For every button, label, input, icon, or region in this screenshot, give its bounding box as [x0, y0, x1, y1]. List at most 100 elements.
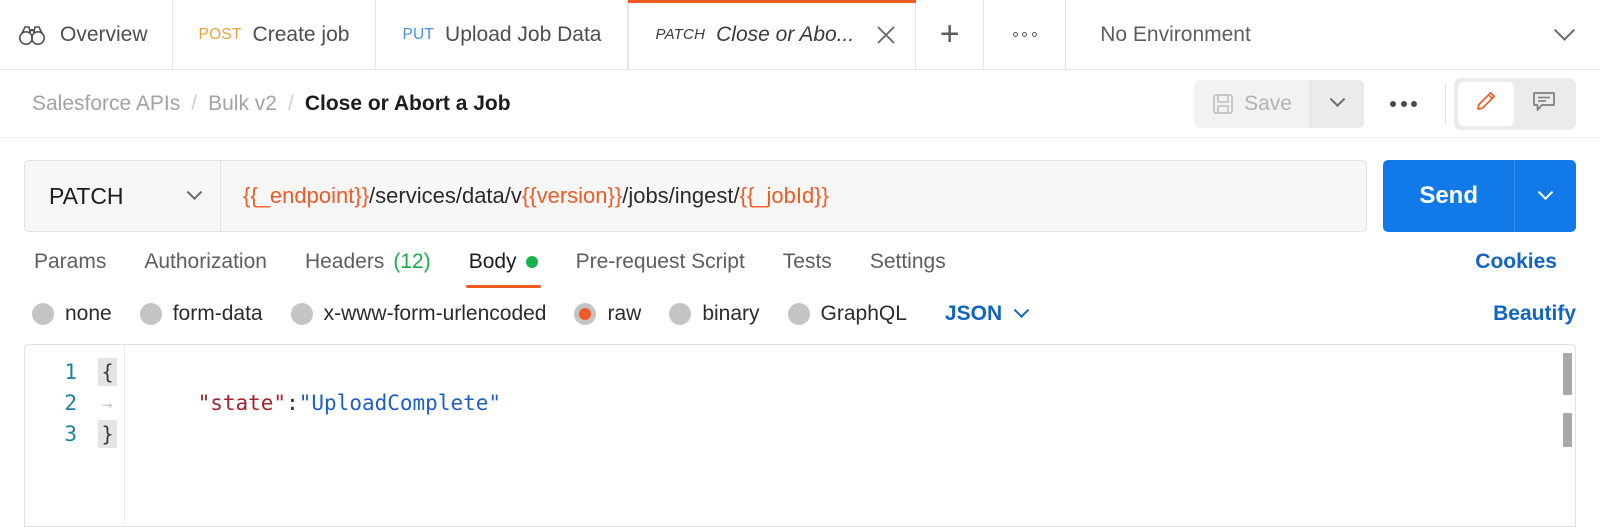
save-options-button[interactable]	[1310, 80, 1364, 128]
body-type-binary-label: binary	[702, 302, 759, 326]
radio-icon	[788, 303, 810, 325]
tab-overview[interactable]: Overview	[0, 0, 173, 69]
breadcrumb-item-folder[interactable]: Bulk v2	[208, 92, 277, 116]
environment-selector[interactable]: No Environment	[1066, 0, 1600, 69]
more-tabs-button[interactable]	[984, 0, 1066, 69]
tab-headers-label: Headers	[305, 250, 384, 274]
body-type-raw-label: raw	[607, 302, 641, 326]
body-type-urlencoded-label: x-www-form-urlencoded	[324, 302, 547, 326]
url-path-1: /services/data/v	[369, 183, 522, 209]
body-active-indicator-icon	[526, 256, 538, 268]
url-variable-endpoint: {{_endpoint}}	[243, 183, 369, 209]
tab-body[interactable]: Body	[450, 250, 557, 288]
body-type-urlencoded[interactable]: x-www-form-urlencoded	[291, 302, 547, 326]
ellipsis-icon	[1013, 32, 1037, 37]
url-path-2: /jobs/ingest/	[622, 183, 739, 209]
save-button[interactable]: Save	[1194, 80, 1310, 128]
radio-icon	[291, 303, 313, 325]
tab-pre-request-script[interactable]: Pre-request Script	[557, 250, 764, 288]
tab-headers[interactable]: Headers (12)	[286, 250, 450, 288]
tab-settings[interactable]: Settings	[851, 250, 965, 288]
code-line-2: "state":"UploadComplete"	[147, 388, 1575, 419]
editor-fold-column[interactable]: { → }	[91, 345, 125, 526]
body-type-binary[interactable]: binary	[669, 302, 759, 326]
body-type-form-data-label: form-data	[173, 302, 263, 326]
line-number: 2	[25, 388, 91, 419]
environment-label: No Environment	[1100, 23, 1251, 47]
breadcrumb-separator: /	[191, 92, 197, 116]
body-type-row: none form-data x-www-form-urlencoded raw…	[0, 288, 1600, 326]
radio-icon	[669, 303, 691, 325]
send-button[interactable]: Send	[1383, 160, 1514, 232]
radio-icon	[140, 303, 162, 325]
url-variable-version: {{version}}	[522, 183, 622, 209]
line-number: 3	[25, 419, 91, 450]
chevron-down-icon	[1330, 91, 1346, 107]
brace-open-marker: {	[91, 357, 124, 388]
send-button-group: Send	[1383, 160, 1576, 232]
breadcrumb-separator: /	[288, 92, 294, 116]
new-tab-button[interactable]: +	[916, 0, 984, 69]
body-type-none-label: none	[65, 302, 112, 326]
beautify-link[interactable]: Beautify	[1493, 302, 1576, 326]
tab-method-patch: PATCH	[655, 26, 705, 43]
editor-scrollbar[interactable]	[1559, 345, 1575, 526]
url-input[interactable]: {{_endpoint}}/services/data/v{{version}}…	[221, 161, 1366, 231]
editor-code[interactable]: "state":"UploadComplete"	[125, 345, 1575, 526]
radio-icon	[32, 303, 54, 325]
url-row: PATCH {{_endpoint}}/services/data/v{{ver…	[0, 138, 1600, 232]
pencil-icon	[1472, 87, 1500, 120]
binoculars-icon	[18, 23, 46, 47]
code-line-1	[147, 357, 1575, 388]
body-type-graphql-label: GraphQL	[821, 302, 907, 326]
tab-params[interactable]: Params	[24, 250, 125, 288]
comment-icon	[1530, 88, 1558, 119]
chevron-down-icon	[1538, 184, 1554, 200]
tab-create-job[interactable]: POST Create job	[173, 0, 377, 69]
body-type-form-data[interactable]: form-data	[140, 302, 263, 326]
scrollbar-thumb[interactable]	[1563, 353, 1572, 395]
save-button-group: Save	[1194, 80, 1364, 128]
http-method-selector[interactable]: PATCH	[25, 161, 221, 231]
divider	[1445, 83, 1446, 125]
tab-upload-job-data[interactable]: PUT Upload Job Data	[376, 0, 628, 69]
floppy-disk-icon	[1212, 93, 1234, 115]
close-icon[interactable]	[871, 20, 901, 50]
send-options-button[interactable]	[1514, 160, 1576, 232]
brace-close-marker: }	[91, 419, 124, 450]
tab-close-or-abort-job[interactable]: PATCH Close or Abo...	[628, 0, 916, 69]
breadcrumb-item-collection[interactable]: Salesforce APIs	[32, 92, 180, 116]
tab-authorization[interactable]: Authorization	[125, 250, 286, 288]
tab-body-label: Body	[469, 250, 517, 274]
tab-params-label: Params	[34, 250, 106, 274]
url-bar: PATCH {{_endpoint}}/services/data/v{{ver…	[24, 160, 1367, 232]
tab-upload-job-data-label: Upload Job Data	[445, 23, 601, 47]
body-type-raw[interactable]: raw	[574, 302, 641, 326]
save-button-label: Save	[1244, 92, 1292, 116]
ellipsis-icon	[1390, 101, 1417, 107]
view-toggle-group	[1454, 78, 1576, 130]
body-editor[interactable]: 1 2 3 { → } "state":"UploadComplete"	[24, 344, 1576, 527]
radio-selected-icon	[574, 303, 596, 325]
json-value: "UploadComplete"	[299, 391, 501, 415]
code-line-3	[147, 419, 1575, 450]
breadcrumb-row: Salesforce APIs / Bulk v2 / Close or Abo…	[0, 70, 1600, 138]
body-type-graphql[interactable]: GraphQL	[788, 302, 907, 326]
plus-icon: +	[940, 15, 960, 54]
body-format-label: JSON	[945, 302, 1002, 326]
request-more-actions-button[interactable]	[1364, 101, 1443, 107]
body-editor-wrapper: 1 2 3 { → } "state":"UploadComplete"	[0, 326, 1600, 527]
body-type-none[interactable]: none	[32, 302, 112, 326]
tab-pre-request-script-label: Pre-request Script	[576, 250, 745, 274]
cookies-link[interactable]: Cookies	[1475, 250, 1557, 274]
tab-tests[interactable]: Tests	[764, 250, 851, 288]
edit-mode-button[interactable]	[1458, 82, 1514, 126]
tab-tests-label: Tests	[783, 250, 832, 274]
scrollbar-mark[interactable]	[1563, 413, 1572, 447]
chevron-down-icon	[1014, 302, 1030, 318]
tab-settings-label: Settings	[870, 250, 946, 274]
page-title: Close or Abort a Job	[305, 92, 511, 116]
comments-button[interactable]	[1516, 82, 1572, 126]
body-format-selector[interactable]: JSON	[945, 302, 1027, 326]
tab-create-job-label: Create job	[253, 23, 350, 47]
